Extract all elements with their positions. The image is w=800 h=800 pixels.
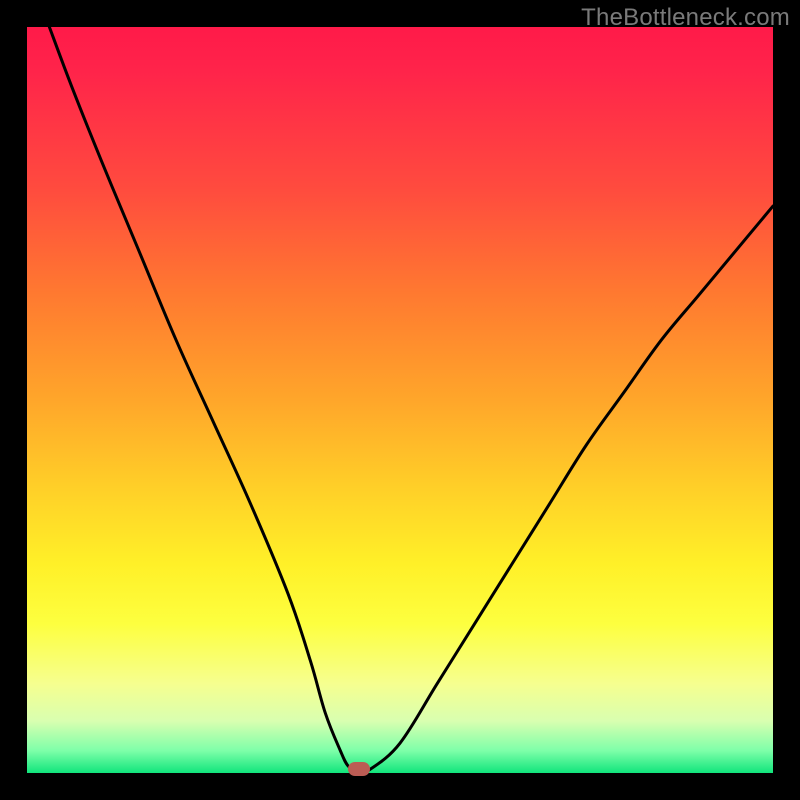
optimal-marker xyxy=(348,762,370,776)
chart-frame: TheBottleneck.com xyxy=(0,0,800,800)
bottleneck-curve xyxy=(49,27,773,771)
plot-area xyxy=(27,27,773,773)
curve-svg xyxy=(27,27,773,773)
